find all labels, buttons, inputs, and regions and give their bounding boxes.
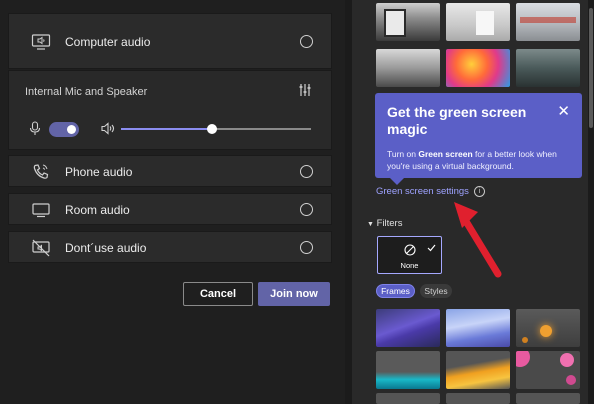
frame-thumbnail[interactable]	[516, 393, 580, 404]
computer-audio-icon	[31, 32, 51, 52]
background-thumbnail[interactable]	[446, 3, 510, 41]
no-audio-radio[interactable]	[300, 241, 313, 254]
room-display-icon	[31, 200, 51, 220]
frame-thumbnail[interactable]	[376, 309, 440, 347]
computer-audio-label: Computer audio	[65, 35, 151, 49]
frame-thumbnail[interactable]	[376, 351, 440, 389]
background-thumbnail[interactable]	[376, 3, 440, 41]
filter-none-tile[interactable]: None	[377, 236, 442, 274]
collapse-triangle-icon: ▼	[367, 221, 374, 228]
background-thumbnail[interactable]	[446, 49, 510, 87]
filter-none-label: None	[400, 261, 419, 270]
toggle-knob	[67, 125, 76, 134]
device-settings-icon[interactable]	[298, 83, 312, 97]
phone-audio-label: Phone audio	[65, 165, 133, 179]
no-filter-icon	[404, 243, 416, 261]
popup-pointer	[390, 178, 404, 185]
popup-title: Get the green screen magic	[387, 104, 527, 137]
no-audio-label: Dont´use audio	[65, 241, 147, 255]
close-icon[interactable]: ✕	[557, 102, 570, 120]
popup-body-bold: Green screen	[418, 149, 473, 159]
popup-body-prefix: Turn on	[387, 149, 419, 159]
checkmark-icon	[427, 239, 436, 257]
frame-thumbnail[interactable]	[446, 309, 510, 347]
annotation-arrow-icon	[454, 202, 502, 278]
background-thumbnail[interactable]	[516, 49, 580, 87]
frame-thumbnail[interactable]	[446, 351, 510, 389]
cancel-button[interactable]: Cancel	[183, 282, 253, 306]
filters-header[interactable]: ▼ Filters	[367, 218, 402, 229]
phone-audio-option[interactable]: Phone audio	[8, 155, 332, 187]
frame-thumbnail[interactable]	[516, 351, 580, 389]
green-screen-settings-link[interactable]: Green screen settings	[376, 186, 469, 197]
microphone-icon	[29, 121, 41, 136]
phone-icon	[31, 162, 51, 182]
frame-thumbnail[interactable]	[376, 393, 440, 404]
volume-slider-fill	[121, 128, 213, 130]
background-thumbnail[interactable]	[516, 3, 580, 41]
phone-audio-radio[interactable]	[300, 165, 313, 178]
device-settings-panel: Internal Mic and Speaker	[8, 70, 332, 150]
popup-body: Turn on Green screen for a better look w…	[387, 148, 577, 172]
background-thumbnail[interactable]	[376, 49, 440, 87]
info-icon[interactable]: i	[474, 186, 485, 197]
filters-label: Filters	[376, 218, 403, 229]
room-audio-label: Room audio	[65, 203, 130, 217]
microphone-toggle[interactable]	[49, 122, 79, 137]
device-label: Internal Mic and Speaker	[25, 86, 148, 98]
tab-styles[interactable]: Styles	[420, 284, 452, 298]
frame-thumbnail[interactable]	[516, 309, 580, 347]
green-screen-popup: Get the green screen magic ✕ Turn on Gre…	[375, 93, 582, 178]
computer-audio-option[interactable]: Computer audio	[8, 13, 332, 69]
no-audio-option[interactable]: Dont´use audio	[8, 231, 332, 263]
join-now-button[interactable]: Join now	[258, 282, 330, 306]
room-audio-radio[interactable]	[300, 203, 313, 216]
computer-audio-radio[interactable]	[300, 35, 313, 48]
speaker-icon	[101, 122, 115, 135]
no-audio-icon	[31, 238, 51, 258]
tab-frames[interactable]: Frames	[376, 284, 415, 298]
panel-divider	[345, 0, 352, 404]
scrollbar-thumb[interactable]	[589, 8, 593, 128]
room-audio-option[interactable]: Room audio	[8, 193, 332, 225]
volume-slider-thumb[interactable]	[207, 124, 218, 134]
frame-thumbnail[interactable]	[446, 393, 510, 404]
